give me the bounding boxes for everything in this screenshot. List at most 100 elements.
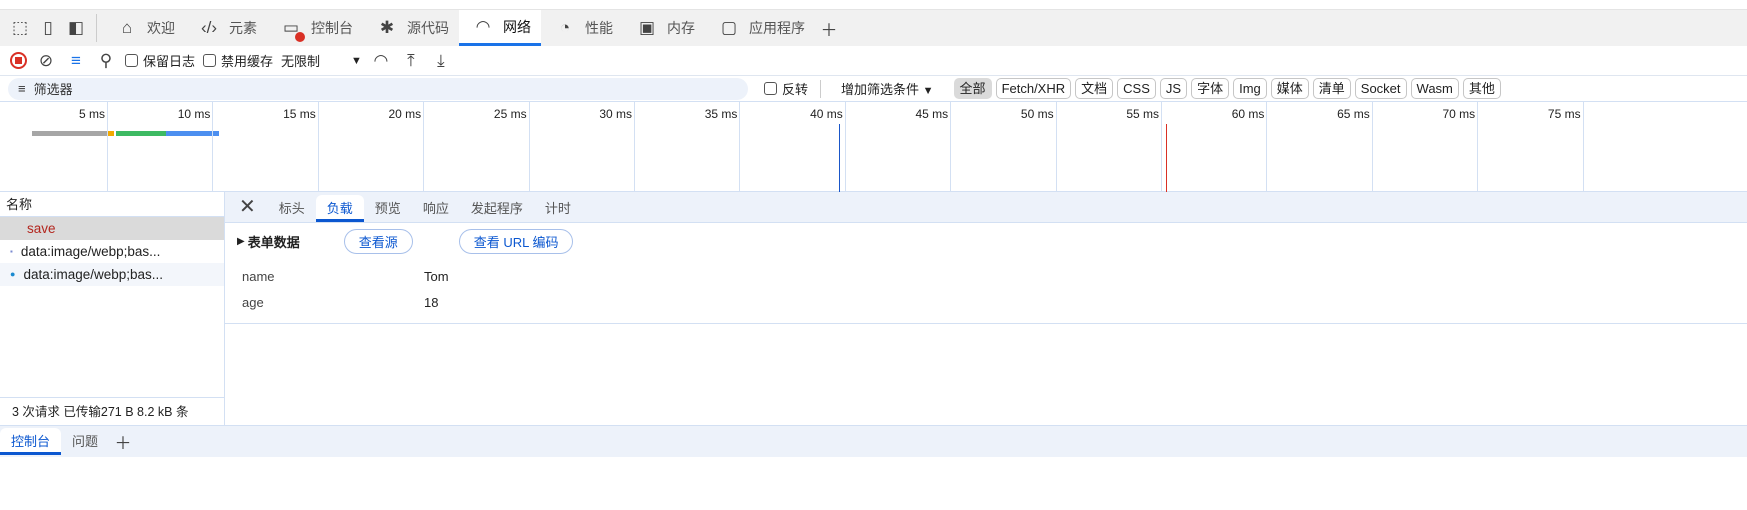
home-icon: ⌂ [121,18,133,37]
type-filter-chip[interactable]: 清单 [1312,78,1351,99]
form-fields: name Tom age 18 [225,259,1747,324]
preserve-log-checkbox[interactable]: 保留日志 [125,51,195,70]
export-icon[interactable]: ⤓ [430,47,452,75]
device-toggle-icon[interactable]: ▯ [34,14,62,42]
section-title: 表单数据 [247,234,300,250]
request-name: save [27,221,56,236]
throttle-select[interactable]: 无限制 [281,51,343,70]
type-filter-chip[interactable]: JS [1159,78,1188,99]
close-icon[interactable]: ✕ [225,194,268,222]
tick-label: 40 ms [810,107,843,121]
tick-label: 20 ms [388,107,422,121]
type-filter-chip[interactable]: Img [1233,78,1267,99]
type-filter-chip[interactable]: 媒体 [1270,78,1309,99]
disable-cache-label: 禁用缓存 [221,54,274,69]
tab-application[interactable]: ▢ 应用程序 [705,10,815,46]
import-icon[interactable]: ⤒ [400,47,422,75]
tick-label: 55 ms [1126,107,1159,121]
timeline-tick: 65 ms [1337,102,1373,192]
request-row[interactable]: save [0,217,224,240]
tab-performance[interactable]: ◔ 性能 [541,10,623,46]
filter-bar: ≡ 筛选器 反转 增加筛选条件 ▼ 全部 Fetch/XHR 文档 CSS JS 字体 Img… [0,76,1747,101]
details-tabs: ✕ 标头 负载 预览 响应 发起程序 计时 [225,192,1747,223]
disable-cache-checkbox[interactable]: 禁用缓存 [203,51,273,70]
more-filters-button[interactable]: 增加筛选条件 ▼ [841,79,934,98]
details-tab[interactable]: 预览 [364,195,412,222]
tick-label: 25 ms [493,107,527,121]
timeline-tick: 30 ms [599,102,635,192]
tab-sources[interactable]: ✱ 源代码 [363,10,459,46]
network-conditions-icon[interactable]: ◠ [370,47,392,75]
type-filter-chip[interactable]: 字体 [1191,78,1230,99]
drawer-tab-console[interactable]: 控制台 [0,428,62,455]
add-tab-icon[interactable]: ＋ [815,14,843,42]
invert-checkbox[interactable]: 反转 [764,79,808,98]
tick-label: 65 ms [1337,107,1370,121]
view-source-button[interactable]: 查看源 [343,228,413,254]
tab-label: 元素 [229,20,257,36]
field-row: age 18 [242,289,1747,315]
type-filter-chip[interactable]: 其他 [1462,78,1501,99]
type-filter-chip[interactable]: Wasm [1410,78,1459,99]
type-filter-chip[interactable]: 全部 [953,78,992,99]
type-filters: 全部 Fetch/XHR 文档 CSS JS 字体 Img 媒体 清单 Socket Wasm 其他 [950,78,1501,99]
details-tab[interactable]: 计时 [534,195,582,222]
details-tab[interactable]: 负载 [315,195,364,222]
tick-label: 5 ms [78,107,105,121]
divider [96,14,97,42]
form-data-header: ▶ 表单数据 查看源 查看 URL 编码 [225,223,1747,259]
tab-label: 应用程序 [749,20,805,36]
tab-label: 源代码 [407,20,449,36]
wifi-icon: ◠ [475,16,491,36]
type-filter-chip[interactable]: Socket [1354,78,1407,99]
dock-icon[interactable]: ◧ [62,14,90,42]
search-icon[interactable]: ⚲ [95,47,117,75]
type-filter-chip[interactable]: Fetch/XHR [995,78,1072,99]
drawer-tabbar: 控制台 问题 ＋ [0,425,1747,457]
filter-toggle-icon[interactable]: ≡ [65,47,87,75]
tick-label: 50 ms [1020,107,1054,121]
timeline-tick: 50 ms [1021,102,1057,192]
view-url-encoded-button[interactable]: 查看 URL 编码 [458,228,574,254]
tick-label: 10 ms [177,107,211,121]
tab-label: 控制台 [311,20,353,36]
type-filter-chip[interactable]: 文档 [1075,78,1114,99]
inspect-icon[interactable]: ⬚ [6,14,34,42]
add-drawer-tab-icon[interactable]: ＋ [109,428,137,456]
tab-memory[interactable]: ▣ 内存 [623,10,705,46]
timeline-tick: 75 ms [1548,102,1584,192]
request-row[interactable]: ▪ data:image/webp;bas... [0,240,224,263]
request-name: data:image/webp;bas... [23,267,164,282]
timeline-tick: 20 ms [389,102,425,192]
request-name: data:image/webp;bas... [20,244,161,259]
window-top [0,0,1747,10]
tab-elements[interactable]: ‹/› 元素 [185,10,267,46]
tab-console[interactable]: ▭ 控制台 [267,10,363,46]
drawer-tab-issues[interactable]: 问题 [61,428,109,455]
timeline-tick: 10 ms [178,102,214,192]
tick-label: 45 ms [915,107,949,121]
tab-label: 内存 [667,20,695,36]
expand-triangle-icon[interactable]: ▶ [237,236,245,247]
tick-label: 70 ms [1442,107,1476,121]
dropdown-arrow-icon[interactable]: ▼ [351,55,362,67]
type-filter-chip[interactable]: CSS [1117,78,1156,99]
record-stop-icon[interactable] [10,52,27,69]
clear-icon[interactable]: ⊘ [35,47,57,75]
tab-network[interactable]: ◠ 网络 [459,10,541,46]
tab-welcome[interactable]: ⌂ 欢迎 [103,10,185,46]
filter-input[interactable]: ≡ 筛选器 [8,77,748,100]
details-tab[interactable]: 发起程序 [460,195,534,222]
details-tab[interactable]: 响应 [412,195,460,222]
name-column-header[interactable]: 名称 [0,192,224,217]
field-value: Tom [424,268,449,284]
filter-placeholder: 筛选器 [33,82,73,97]
devtools-tabbar: ⬚ ▯ ◧ ⌂ 欢迎 ‹/› 元素 ▭ 控制台 ✱ 源代码 ◠ 网络 ◔ 性能 ▣ 内存 ▢ 应… [0,10,1747,46]
timeline-tick: 15 ms [283,102,319,192]
timeline-tick: 5 ms [79,102,108,192]
edge-icon: ● [10,269,16,279]
image-icon: ▪ [10,247,13,256]
details-tab[interactable]: 标头 [268,195,316,222]
request-row[interactable]: ● data:image/webp;bas... [0,263,224,286]
tab-label: 欢迎 [147,20,175,36]
